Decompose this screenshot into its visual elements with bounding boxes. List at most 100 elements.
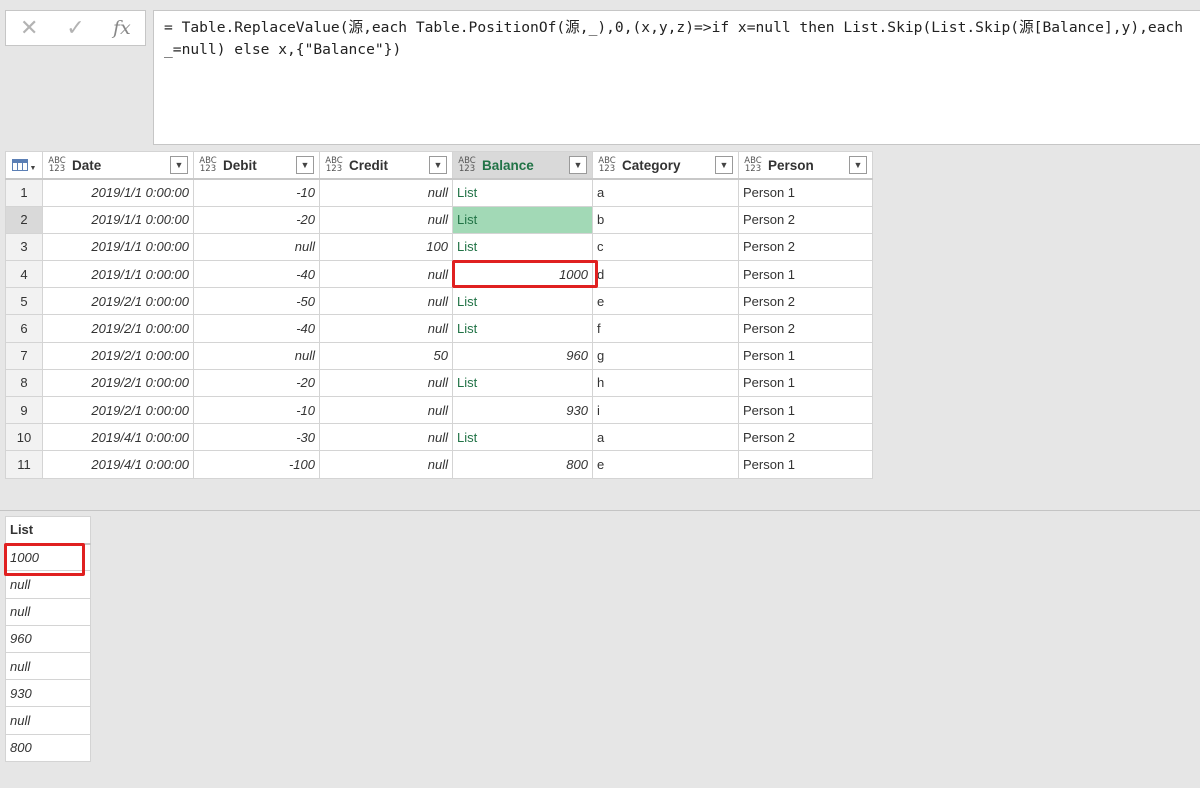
cell-date: 2019/2/1 0:00:00 xyxy=(42,395,194,425)
table-row: 6 2019/2/1 0:00:00 -40 null List f Person 2 xyxy=(5,314,873,343)
cell-category: a xyxy=(592,178,739,207)
cell-credit: 50 xyxy=(319,341,453,370)
cell-balance[interactable]: List xyxy=(452,368,593,398)
cell-category: d xyxy=(592,260,739,289)
filter-dropdown-icon[interactable]: ▼ xyxy=(296,156,314,174)
cell-debit: -100 xyxy=(193,450,320,479)
list-item: null xyxy=(5,570,91,599)
list-value: null xyxy=(5,706,91,735)
cell-debit: -10 xyxy=(193,178,320,207)
cell-category: i xyxy=(592,395,739,425)
filter-dropdown-icon[interactable]: ▼ xyxy=(849,156,867,174)
cell-debit: null xyxy=(193,341,320,370)
cell-balance: 800 xyxy=(452,450,593,479)
cell-balance[interactable]: List xyxy=(452,178,593,207)
cell-credit: null xyxy=(319,178,453,207)
type-any-icon[interactable]: ABC 123 xyxy=(457,156,477,174)
cell-debit: null xyxy=(193,232,320,262)
column-header-date[interactable]: ABC 123 Date ▼ xyxy=(42,151,194,180)
cell-balance[interactable]: List xyxy=(452,232,593,262)
cell-debit: -30 xyxy=(193,423,320,452)
list-value: 1000 xyxy=(5,543,91,572)
filter-dropdown-icon[interactable]: ▼ xyxy=(170,156,188,174)
cell-credit: null xyxy=(319,450,453,479)
list-value: null xyxy=(5,570,91,599)
cell-balance[interactable]: List xyxy=(452,314,593,343)
cell-date: 2019/2/1 0:00:00 xyxy=(42,368,194,398)
row-number[interactable]: 7 xyxy=(5,341,43,370)
column-header-person[interactable]: ABC 123 Person ▼ xyxy=(738,151,873,180)
cell-balance[interactable]: List xyxy=(452,205,593,234)
list-item: 1000 xyxy=(5,543,91,572)
cell-person: Person 2 xyxy=(738,287,873,316)
row-number[interactable]: 9 xyxy=(5,395,43,425)
column-header-credit[interactable]: ABC 123 Credit ▼ xyxy=(319,151,453,180)
cell-date: 2019/2/1 0:00:00 xyxy=(42,287,194,316)
table-row: 5 2019/2/1 0:00:00 -50 null List e Person 2 xyxy=(5,287,873,316)
list-item: 960 xyxy=(5,624,91,653)
cell-date: 2019/2/1 0:00:00 xyxy=(42,341,194,370)
column-header-balance[interactable]: ABC 123 Balance ▼ xyxy=(452,151,593,180)
row-number[interactable]: 6 xyxy=(5,314,43,343)
cell-credit: null xyxy=(319,395,453,425)
fx-icon[interactable]: fx xyxy=(99,11,145,45)
row-number[interactable]: 3 xyxy=(5,232,43,262)
row-number[interactable]: 5 xyxy=(5,287,43,316)
cell-date: 2019/4/1 0:00:00 xyxy=(42,423,194,452)
row-number[interactable]: 10 xyxy=(5,423,43,452)
cell-person: Person 2 xyxy=(738,314,873,343)
formula-input[interactable]: = Table.ReplaceValue(源,each Table.Positi… xyxy=(153,10,1200,145)
cell-credit: null xyxy=(319,287,453,316)
row-number[interactable]: 1 xyxy=(5,178,43,207)
type-any-icon[interactable]: ABC 123 xyxy=(743,156,763,174)
type-any-icon[interactable]: ABC 123 xyxy=(47,156,67,174)
close-icon[interactable]: ✕ xyxy=(6,11,52,45)
table-row: 4 2019/1/1 0:00:00 -40 null 1000 d Person 1 xyxy=(5,260,873,289)
filter-dropdown-icon[interactable]: ▼ xyxy=(429,156,447,174)
column-header-debit[interactable]: ABC 123 Debit ▼ xyxy=(193,151,320,180)
cell-person: Person 2 xyxy=(738,423,873,452)
type-any-icon[interactable]: ABC 123 xyxy=(597,156,617,174)
table-row: 1 2019/1/1 0:00:00 -10 null List a Person 1 xyxy=(5,178,873,207)
cell-balance[interactable]: List xyxy=(452,287,593,316)
query-preview-grid: ▼ ABC 123 Date ▼ ABC 123 Debit ▼ ABC 123 Credit ▼ AB… xyxy=(5,151,873,479)
cell-debit: -10 xyxy=(193,395,320,425)
cell-debit: -20 xyxy=(193,205,320,234)
table-menu-button[interactable]: ▼ xyxy=(5,151,43,180)
list-value: 930 xyxy=(5,679,91,708)
type-any-icon[interactable]: ABC 123 xyxy=(198,156,218,174)
list-value: null xyxy=(5,597,91,626)
table-row: 11 2019/4/1 0:00:00 -100 null 800 e Person 1 xyxy=(5,450,873,479)
cell-balance: 1000 xyxy=(452,260,593,289)
list-value: null xyxy=(5,651,91,681)
cell-person: Person 1 xyxy=(738,395,873,425)
row-number[interactable]: 2 xyxy=(5,205,43,234)
cell-balance: 930 xyxy=(452,395,593,425)
row-number[interactable]: 11 xyxy=(5,450,43,479)
cell-credit: null xyxy=(319,205,453,234)
cell-balance[interactable]: List xyxy=(452,423,593,452)
list-value: 960 xyxy=(5,624,91,653)
list-item: null xyxy=(5,597,91,626)
filter-dropdown-icon[interactable]: ▼ xyxy=(715,156,733,174)
cell-debit: -50 xyxy=(193,287,320,316)
column-header-label: Person xyxy=(768,157,814,173)
list-header: List xyxy=(5,515,91,545)
check-icon[interactable]: ✓ xyxy=(52,11,98,45)
cell-credit: null xyxy=(319,423,453,452)
filter-dropdown-icon[interactable]: ▼ xyxy=(569,156,587,174)
table-row: 9 2019/2/1 0:00:00 -10 null 930 i Person 1 xyxy=(5,395,873,425)
cell-category: g xyxy=(592,341,739,370)
column-header-category[interactable]: ABC 123 Category ▼ xyxy=(592,151,739,180)
row-number[interactable]: 4 xyxy=(5,260,43,289)
cell-credit: null xyxy=(319,314,453,343)
cell-person: Person 1 xyxy=(738,260,873,289)
cell-date: 2019/1/1 0:00:00 xyxy=(42,232,194,262)
table-icon xyxy=(11,159,28,171)
cell-debit: -20 xyxy=(193,368,320,398)
type-any-icon[interactable]: ABC 123 xyxy=(324,156,344,174)
pane-divider[interactable] xyxy=(0,510,1200,511)
row-number[interactable]: 8 xyxy=(5,368,43,398)
column-header-row: ▼ ABC 123 Date ▼ ABC 123 Debit ▼ ABC 123 Credit ▼ AB… xyxy=(5,151,873,180)
cell-debit: -40 xyxy=(193,260,320,289)
